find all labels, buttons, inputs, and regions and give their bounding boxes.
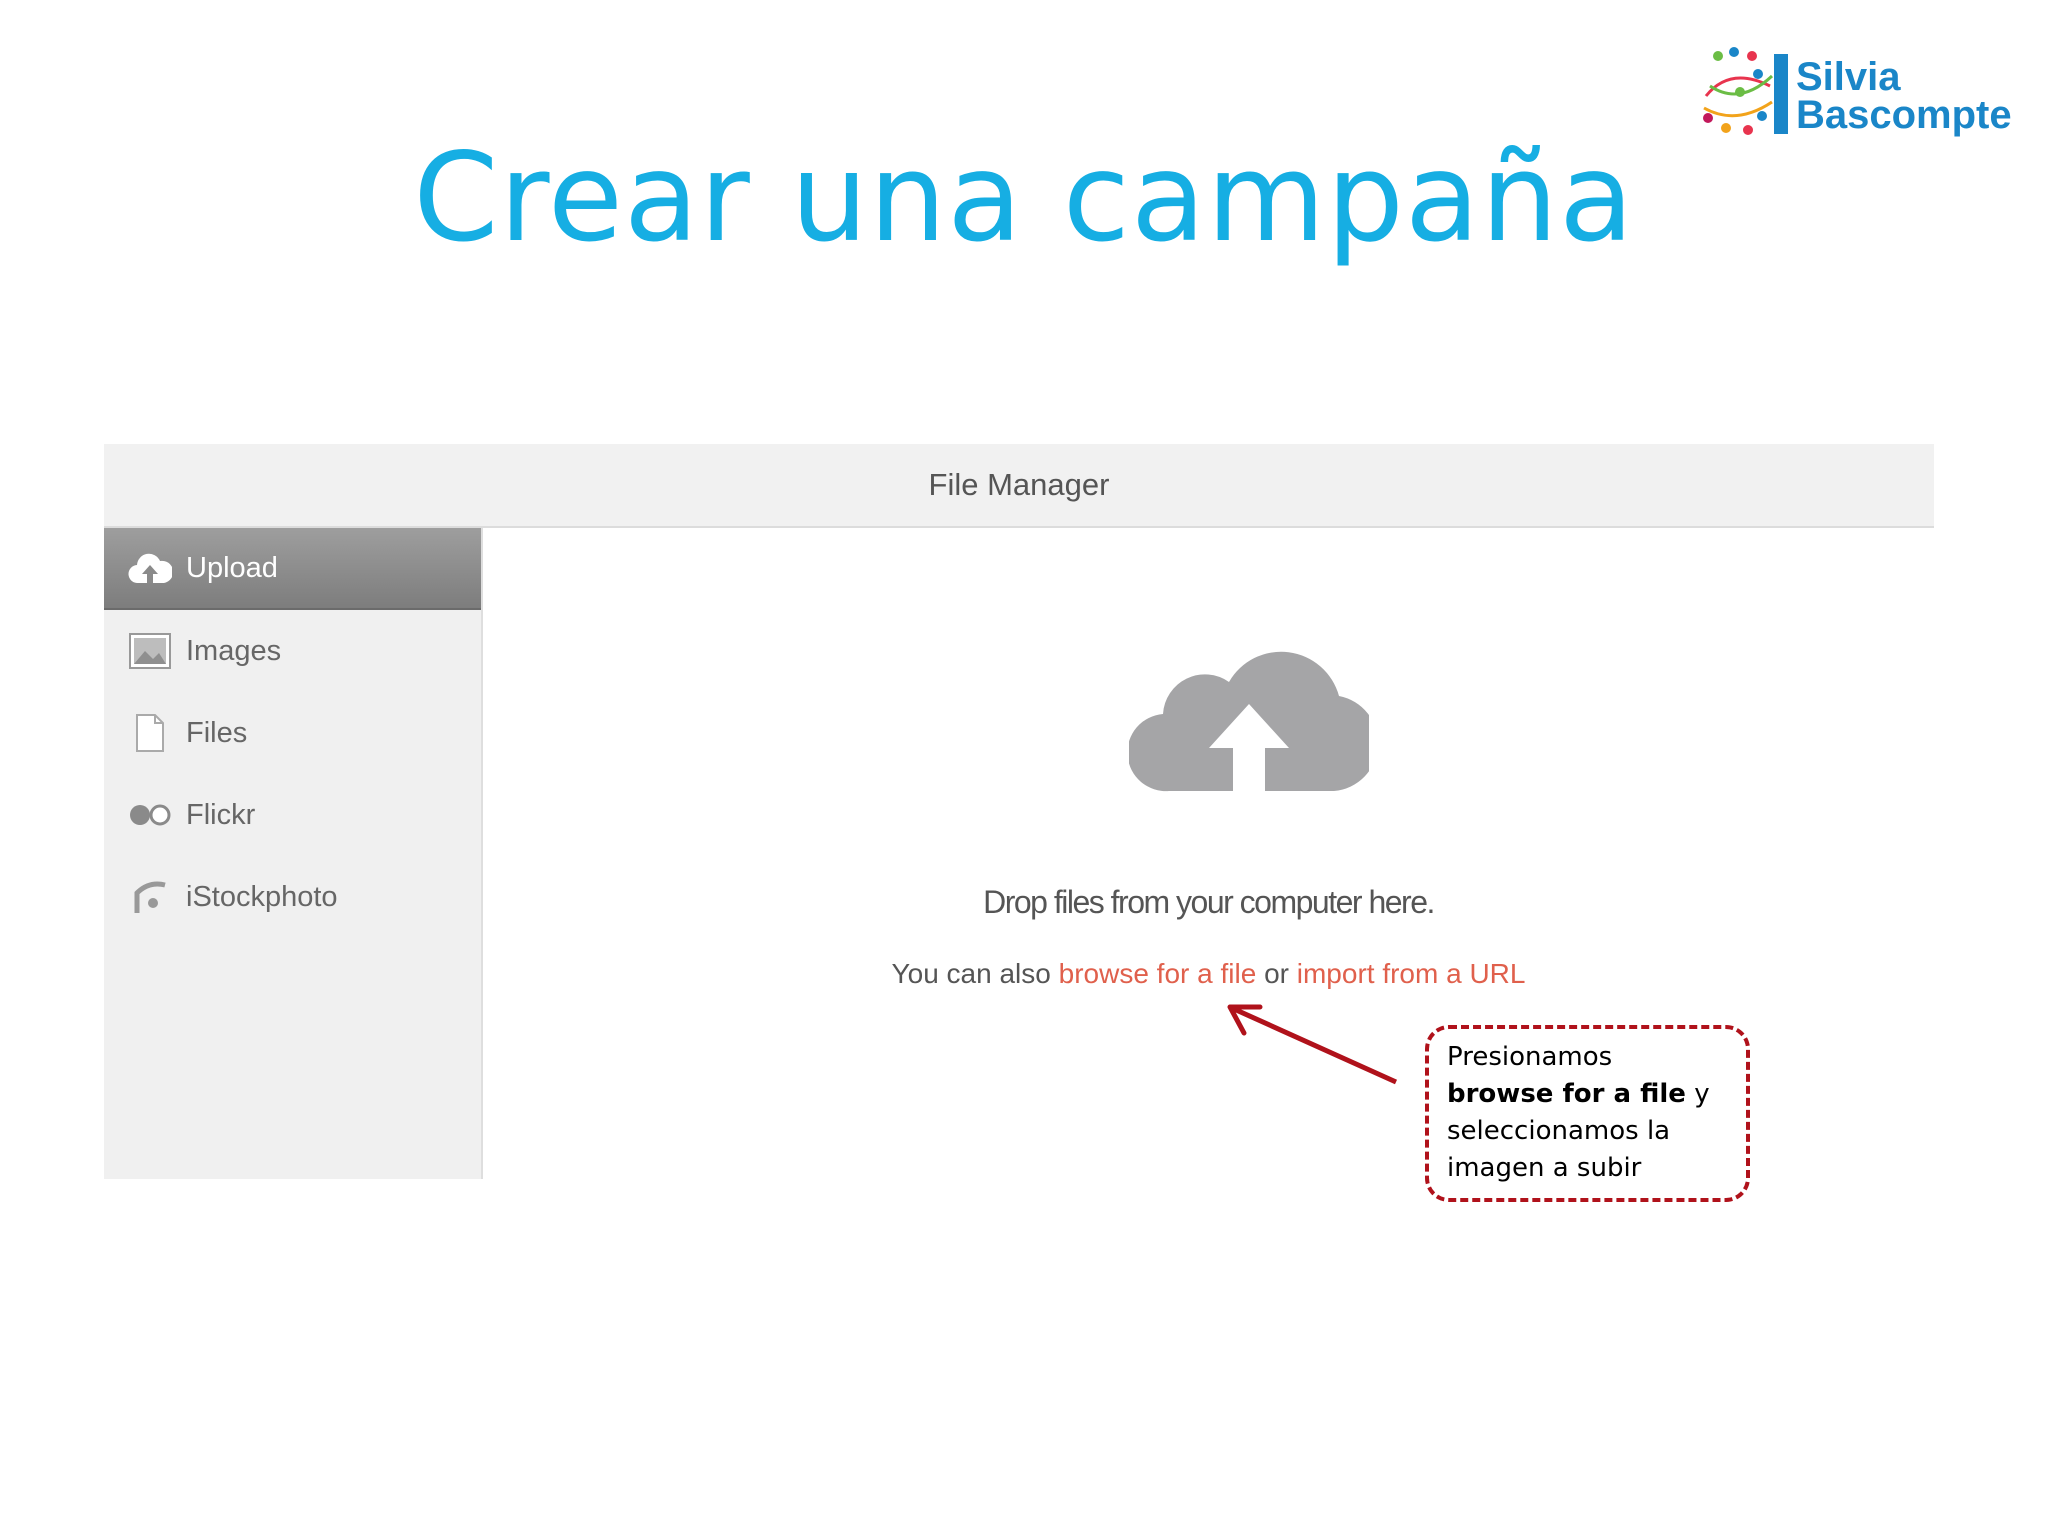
browse-for-file-link[interactable]: browse for a file [1059, 958, 1257, 989]
flickr-icon [128, 793, 172, 837]
logo-graphic [1703, 47, 1788, 135]
sidebar-item-label: Upload [186, 551, 278, 584]
import-from-url-link[interactable]: import from a URL [1297, 958, 1526, 989]
sidebar-item-flickr[interactable]: Flickr [104, 774, 481, 856]
sidebar: Upload Images Files Flickr iStockphoto [104, 528, 483, 1179]
browse-or: or [1264, 958, 1289, 989]
sidebar-item-files[interactable]: Files [104, 692, 481, 774]
logo-text: Silvia Bascompte [1796, 55, 2012, 137]
sidebar-item-images[interactable]: Images [104, 610, 481, 692]
file-manager-header: File Manager [104, 444, 1934, 528]
logo-line2: Bascompte [1796, 93, 2012, 137]
istockphoto-icon [128, 875, 172, 919]
cloud-upload-icon [128, 546, 172, 590]
annotation-arrow [1227, 1004, 1398, 1085]
slide-title: Crear una campaña [413, 127, 1635, 269]
logo-line1: Silvia [1796, 55, 1901, 99]
sidebar-item-label: Flickr [186, 798, 256, 831]
annotation-callout: Presionamos browse for a file y seleccio… [1425, 1025, 1750, 1202]
image-icon [128, 629, 172, 673]
browse-prefix: You can also [891, 958, 1051, 989]
sidebar-item-upload[interactable]: Upload [104, 528, 481, 610]
callout-bold: browse for a file [1447, 1079, 1686, 1109]
drop-files-text: Drop files from your computer here. [983, 884, 1435, 920]
logo: Silvia Bascompte [1700, 46, 2020, 146]
sidebar-item-label: Files [186, 716, 248, 749]
sidebar-item-label: Images [186, 634, 282, 667]
sidebar-item-label: iStockphoto [186, 880, 338, 913]
file-icon [128, 711, 172, 755]
sidebar-item-istockphoto[interactable]: iStockphoto [104, 856, 481, 938]
browse-line: You can also browse for a file or import… [483, 958, 1934, 990]
callout-text-before: Presionamos [1447, 1042, 1613, 1072]
cloud-upload-icon [1129, 651, 1369, 792]
